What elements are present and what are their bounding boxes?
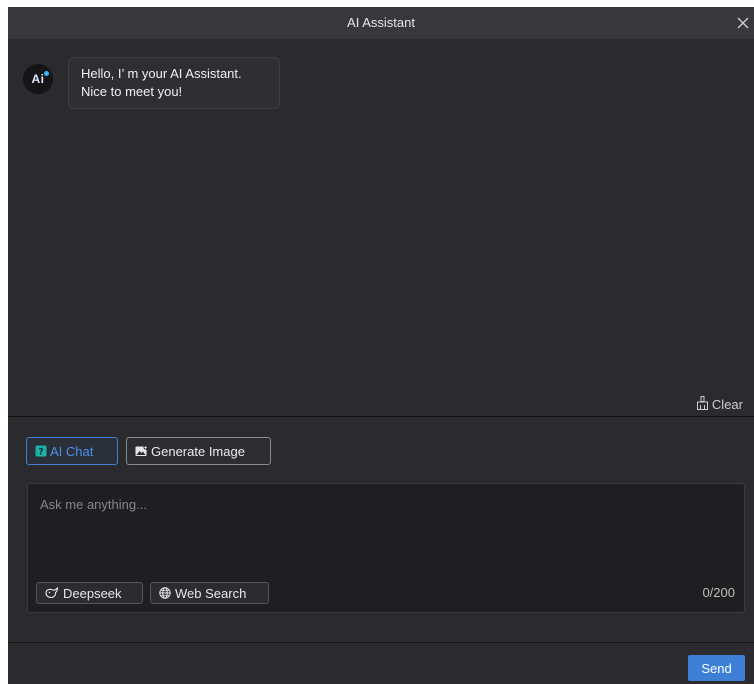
whale-icon (45, 587, 59, 599)
generate-image-tab[interactable]: Generate Image (126, 437, 271, 465)
divider (8, 642, 754, 643)
assistant-message-bubble: Hello, I’ m your AI Assistant. Nice to m… (68, 57, 280, 109)
message-input[interactable] (28, 484, 744, 574)
character-counter: 0/200 (702, 585, 735, 600)
composer-panel: ? AI Chat Generate Image Ask me anything… (8, 417, 754, 684)
assistant-avatar: Ai (23, 64, 53, 94)
web-search-label: Web Search (175, 585, 247, 601)
ai-chat-tab[interactable]: ? AI Chat (26, 437, 118, 465)
ai-chat-label: AI Chat (50, 443, 94, 459)
window-title: AI Assistant (347, 15, 415, 30)
page: AI Assistant Ai Hello, I’ m your AI Assi… (0, 0, 754, 684)
message-line: Hello, I’ m your AI Assistant. (81, 66, 242, 81)
clear-label: Clear (711, 397, 743, 412)
generate-image-label: Generate Image (151, 443, 245, 459)
message-line: Nice to meet you! (81, 84, 183, 99)
close-icon[interactable] (736, 16, 750, 30)
globe-icon (159, 587, 171, 599)
ai-chat-icon: ? (35, 445, 47, 457)
web-search-toggle[interactable]: Web Search (150, 582, 269, 604)
clear-button[interactable]: Clear (696, 396, 743, 413)
ai-assistant-window: AI Assistant Ai Hello, I’ m your AI Assi… (8, 7, 754, 684)
send-button[interactable]: Send (688, 655, 745, 681)
image-add-icon (135, 445, 148, 457)
message-input-box: Deepseek Web Search 0/200 (27, 483, 745, 613)
sparkle-icon (44, 71, 49, 76)
broom-icon (696, 396, 712, 413)
title-bar: AI Assistant (8, 7, 754, 39)
svg-text:?: ? (38, 448, 43, 458)
ai-logo-icon: Ai (31, 72, 45, 86)
deepseek-label: Deepseek (63, 585, 122, 601)
deepseek-toggle[interactable]: Deepseek (36, 582, 143, 604)
chat-area: Ai Hello, I’ m your AI Assistant. Nice t… (8, 39, 754, 416)
